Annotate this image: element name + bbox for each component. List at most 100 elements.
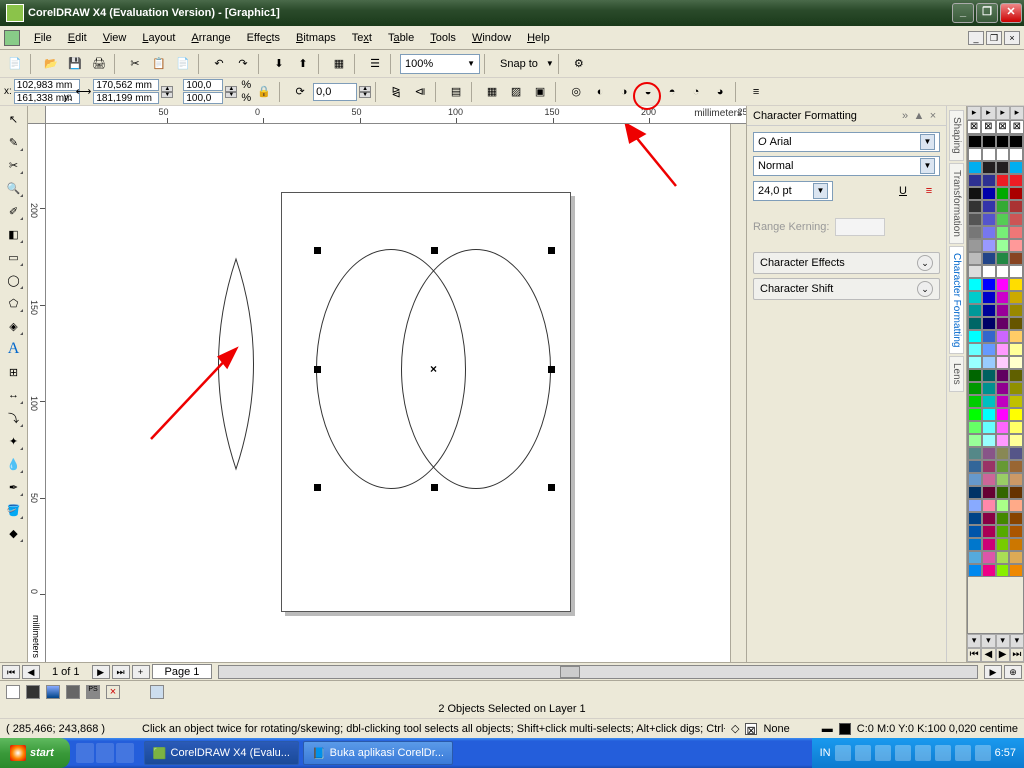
color-swatch[interactable]: [996, 174, 1010, 187]
color-swatch[interactable]: [968, 343, 982, 356]
color-swatch[interactable]: [982, 538, 996, 551]
mdi-close[interactable]: ×: [1004, 31, 1020, 45]
color-swatch[interactable]: [996, 213, 1010, 226]
color-swatch[interactable]: [968, 278, 982, 291]
maximize-button[interactable]: ❐: [976, 3, 998, 23]
open-button[interactable]: 📂: [40, 53, 62, 75]
tray-icon[interactable]: [835, 745, 851, 761]
vertical-ruler[interactable]: millimeters 050100150200: [28, 124, 46, 662]
color-swatch[interactable]: [968, 434, 982, 447]
front-minus-back-button[interactable]: ◓: [661, 81, 683, 103]
height-input[interactable]: [93, 92, 159, 104]
weld-button[interactable]: ◎: [565, 81, 587, 103]
character-shift-row[interactable]: Character Shift⌄: [753, 278, 940, 300]
strikethrough-button[interactable]: ≡: [918, 180, 940, 202]
color-swatch[interactable]: [968, 551, 982, 564]
color-swatch[interactable]: [968, 265, 982, 278]
save-button[interactable]: 💾: [64, 53, 86, 75]
handle-tl[interactable]: [314, 247, 321, 254]
handle-mr[interactable]: [548, 366, 555, 373]
color-swatch[interactable]: [982, 473, 996, 486]
rectangle-tool[interactable]: ▭: [3, 246, 25, 268]
font-combo[interactable]: O Arial▼: [753, 132, 940, 152]
wrap-button[interactable]: ≡: [745, 81, 767, 103]
color-swatch[interactable]: [1009, 525, 1023, 538]
fill-indicator[interactable]: [6, 685, 20, 699]
menu-effects[interactable]: Effects: [239, 30, 288, 46]
color-swatch[interactable]: [1009, 460, 1023, 473]
handle-tr[interactable]: [548, 247, 555, 254]
handle-bc[interactable]: [431, 484, 438, 491]
color-swatch[interactable]: [968, 187, 982, 200]
color-swatch[interactable]: [982, 200, 996, 213]
font-style-combo[interactable]: Normal▼: [753, 156, 940, 176]
character-effects-row[interactable]: Character Effects⌄: [753, 252, 940, 274]
color-swatch[interactable]: [982, 551, 996, 564]
no-fill-swatch[interactable]: ⊠: [967, 120, 981, 134]
color-swatch[interactable]: [996, 187, 1010, 200]
tray-media-stop[interactable]: [895, 745, 911, 761]
handle-br[interactable]: [548, 484, 555, 491]
color-swatch[interactable]: [1009, 291, 1023, 304]
color-swatch[interactable]: [1009, 486, 1023, 499]
smart-fill-tool[interactable]: ◧: [3, 223, 25, 245]
color-swatch[interactable]: [996, 499, 1010, 512]
color-swatch[interactable]: [996, 226, 1010, 239]
pal-down[interactable]: ▾: [967, 634, 981, 648]
color-swatch[interactable]: [982, 187, 996, 200]
color-swatch[interactable]: [1009, 213, 1023, 226]
color-swatch[interactable]: [968, 395, 982, 408]
color-swatch[interactable]: [1009, 135, 1023, 148]
ellipse-right[interactable]: [401, 249, 551, 489]
outline-tool[interactable]: ✒: [3, 476, 25, 498]
tray-icon[interactable]: [955, 745, 971, 761]
color-swatch[interactable]: [996, 356, 1010, 369]
horizontal-scrollbar[interactable]: [218, 665, 978, 679]
docker-expand-icon[interactable]: »: [898, 110, 912, 122]
drawing-canvas[interactable]: ×: [46, 124, 730, 662]
color-swatch[interactable]: [996, 538, 1010, 551]
color-swatch[interactable]: [1009, 161, 1023, 174]
close-button[interactable]: ✕: [1000, 3, 1022, 23]
color-swatch[interactable]: [1009, 226, 1023, 239]
color-swatch[interactable]: [1009, 434, 1023, 447]
color-swatch[interactable]: [968, 317, 982, 330]
color-swatch[interactable]: [996, 239, 1010, 252]
zoom-tool[interactable]: 🔍: [3, 177, 25, 199]
color-swatch[interactable]: [982, 135, 996, 148]
color-swatch[interactable]: [982, 460, 996, 473]
color-swatch[interactable]: [982, 213, 996, 226]
first-page-button[interactable]: ⏮: [2, 665, 20, 679]
language-indicator[interactable]: IN: [820, 747, 831, 759]
welcome-button[interactable]: ☰: [364, 53, 386, 75]
color-swatch[interactable]: [968, 369, 982, 382]
zoom-combo[interactable]: 100%▼: [400, 54, 480, 74]
color-swatch[interactable]: [982, 239, 996, 252]
taskbar-item-coreldraw[interactable]: 🟩 CorelDRAW X4 (Evalu...: [144, 741, 299, 765]
scale-y-input[interactable]: [183, 92, 223, 104]
minimize-button[interactable]: _: [952, 3, 974, 23]
color-swatch[interactable]: [1009, 252, 1023, 265]
mdi-restore[interactable]: ❐: [986, 31, 1002, 45]
color-swatch[interactable]: [968, 486, 982, 499]
color-swatch[interactable]: [996, 278, 1010, 291]
handle-bl[interactable]: [314, 484, 321, 491]
color-swatch[interactable]: [982, 421, 996, 434]
color-swatch[interactable]: [996, 486, 1010, 499]
color-swatch[interactable]: [996, 304, 1010, 317]
font-size-combo[interactable]: 24,0 pt▼: [753, 181, 833, 201]
color-swatch[interactable]: [1009, 382, 1023, 395]
polygon-tool[interactable]: ⬠: [3, 292, 25, 314]
color-swatch[interactable]: [982, 434, 996, 447]
align-button[interactable]: ▤: [445, 81, 467, 103]
vertical-scrollbar[interactable]: [730, 124, 746, 662]
new-button[interactable]: 📄: [4, 53, 26, 75]
color-swatch[interactable]: [996, 421, 1010, 434]
color-swatch[interactable]: [996, 291, 1010, 304]
color-swatch[interactable]: [1009, 239, 1023, 252]
crop-tool[interactable]: ✂: [3, 154, 25, 176]
color-swatch[interactable]: [1009, 317, 1023, 330]
color-swatch[interactable]: [968, 252, 982, 265]
color-swatch[interactable]: [968, 512, 982, 525]
handle-ml[interactable]: [314, 366, 321, 373]
